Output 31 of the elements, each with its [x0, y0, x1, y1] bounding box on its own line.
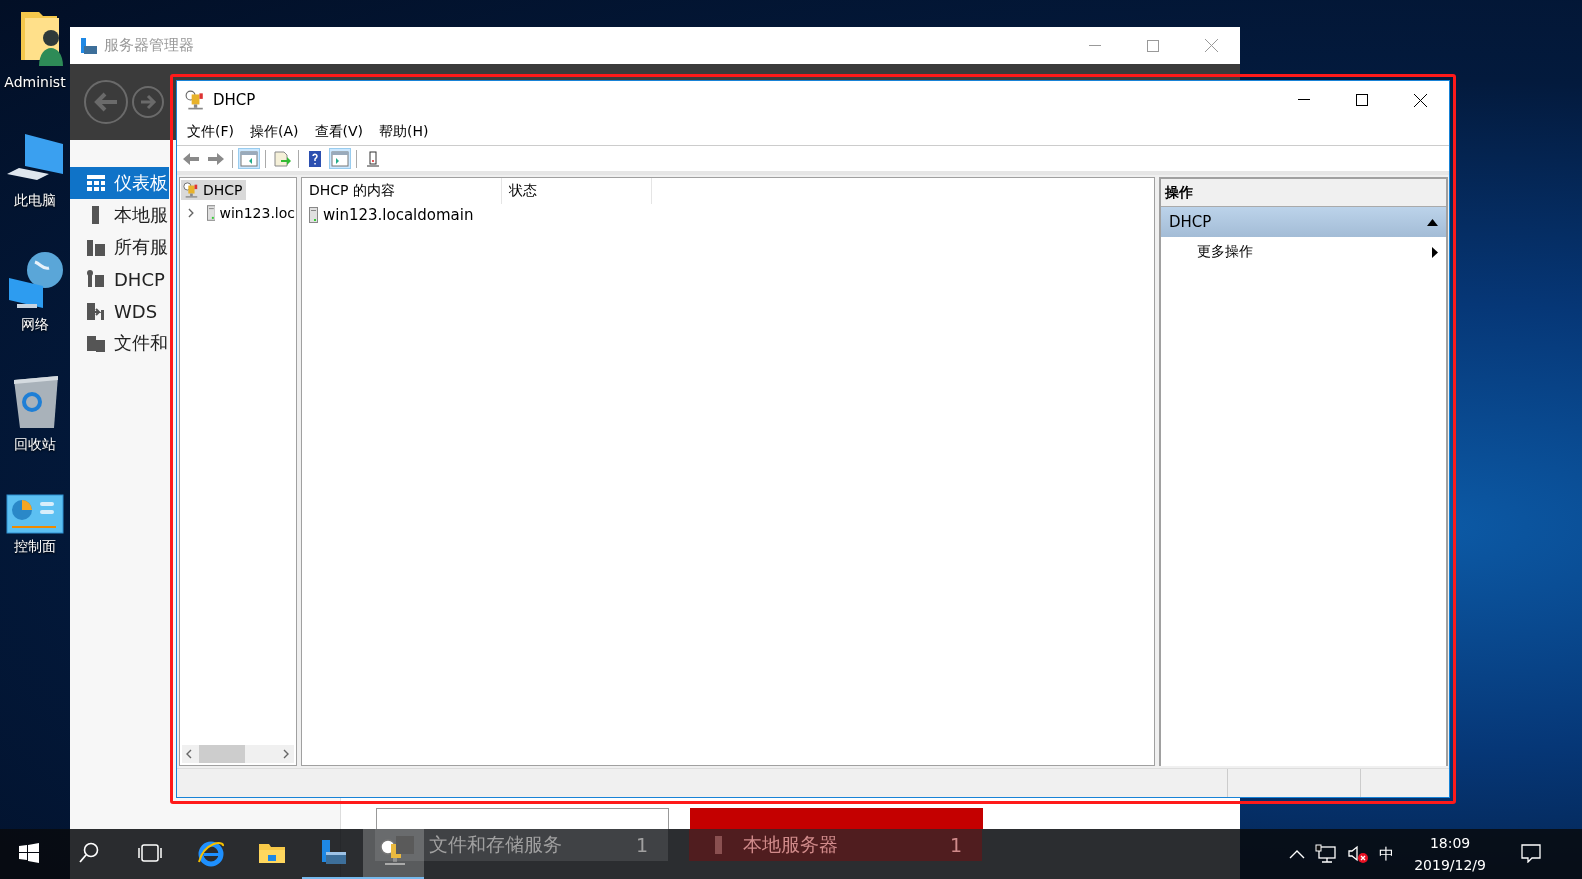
desktop-icon-label[interactable]: 此电脑	[14, 192, 56, 210]
nav-item[interactable]: WDS	[70, 295, 169, 327]
clock[interactable]: 18:09 2019/12/9	[1404, 832, 1496, 876]
menu-item[interactable]: 帮助(H)	[371, 123, 437, 141]
desktop-icon-label[interactable]: 网络	[21, 316, 49, 334]
desktop-icon-label[interactable]: 控制面	[14, 538, 56, 556]
action-item[interactable]: 更多操作	[1161, 237, 1446, 267]
tree-item[interactable]: DHCP	[181, 180, 246, 200]
tile-title: 本地服务器	[743, 832, 838, 857]
tile-count: 1	[949, 834, 962, 856]
nav-item[interactable]: 所有服	[70, 231, 169, 263]
nav-item[interactable]: 仪表板	[70, 167, 169, 199]
tile-title: 文件和存储服务	[429, 832, 562, 857]
nav-item[interactable]: DHCP	[70, 263, 169, 295]
action-section[interactable]: DHCP	[1161, 207, 1446, 237]
tree-item[interactable]: win123.loc	[219, 205, 295, 221]
column-header[interactable]: 状态	[502, 178, 652, 204]
menu-item[interactable]: 文件(F)	[179, 123, 242, 141]
desktop-icon-label[interactable]: Administ	[4, 74, 66, 90]
window-title: DHCP	[213, 91, 256, 109]
nav-item[interactable]: 本地服	[70, 199, 169, 231]
menu-item[interactable]: 操作(A)	[242, 123, 307, 141]
menu-item[interactable]: 查看(V)	[306, 123, 371, 141]
window-title: 服务器管理器	[104, 36, 194, 55]
table-cell[interactable]: win123.localdomain	[323, 206, 474, 224]
nav-item[interactable]: 文件和	[70, 327, 169, 359]
actions-header: 操作	[1161, 179, 1446, 207]
tile-count: 1	[635, 834, 648, 856]
input-method-indicator[interactable]: 中	[1379, 844, 1395, 864]
column-header[interactable]: DHCP 的内容	[302, 178, 502, 204]
desktop-icon-label[interactable]: 回收站	[14, 436, 56, 454]
